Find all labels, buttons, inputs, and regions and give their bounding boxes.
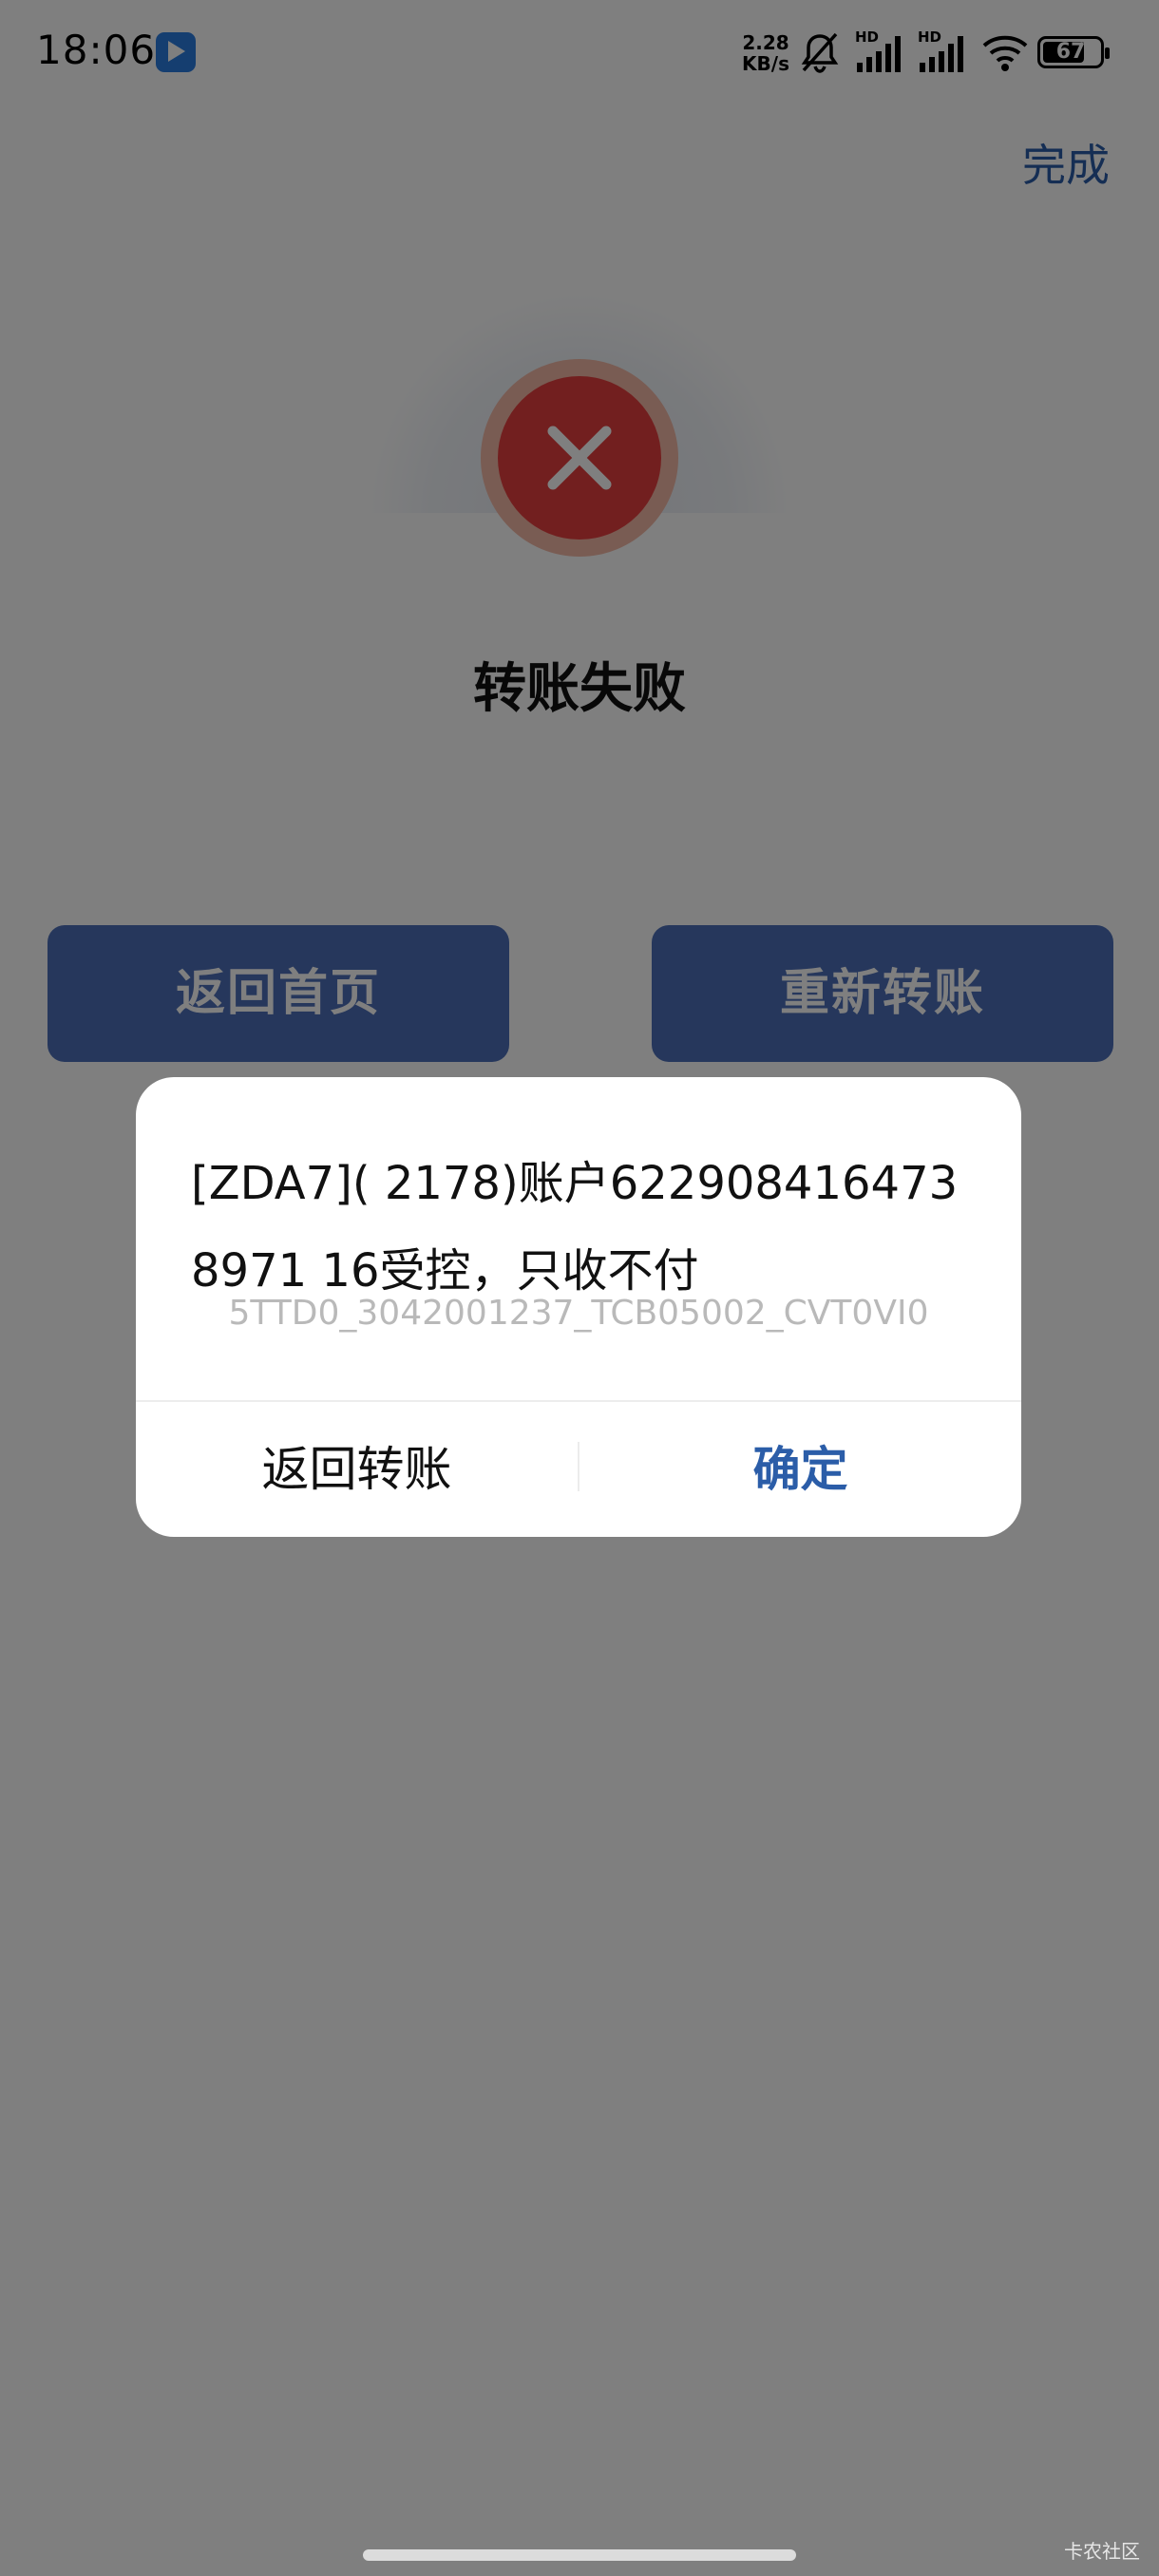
dialog-message: [ZDA7]( 2178)账户6229084164738971 16受控，只收不… xyxy=(191,1157,959,1297)
watermark: 卡农社区 xyxy=(1064,2540,1140,2563)
error-dialog: [ZDA7]( 2178)账户6229084164738971 16受控，只收不… xyxy=(136,1077,1021,1537)
home-indicator[interactable] xyxy=(363,2549,796,2561)
dialog-error-code: 5TTD0_3042001237_TCB05002_CVT0VI0 xyxy=(228,1294,929,1333)
return-to-transfer-button[interactable]: 返回转账 xyxy=(136,1402,578,1537)
confirm-button[interactable]: 确定 xyxy=(580,1402,1021,1537)
